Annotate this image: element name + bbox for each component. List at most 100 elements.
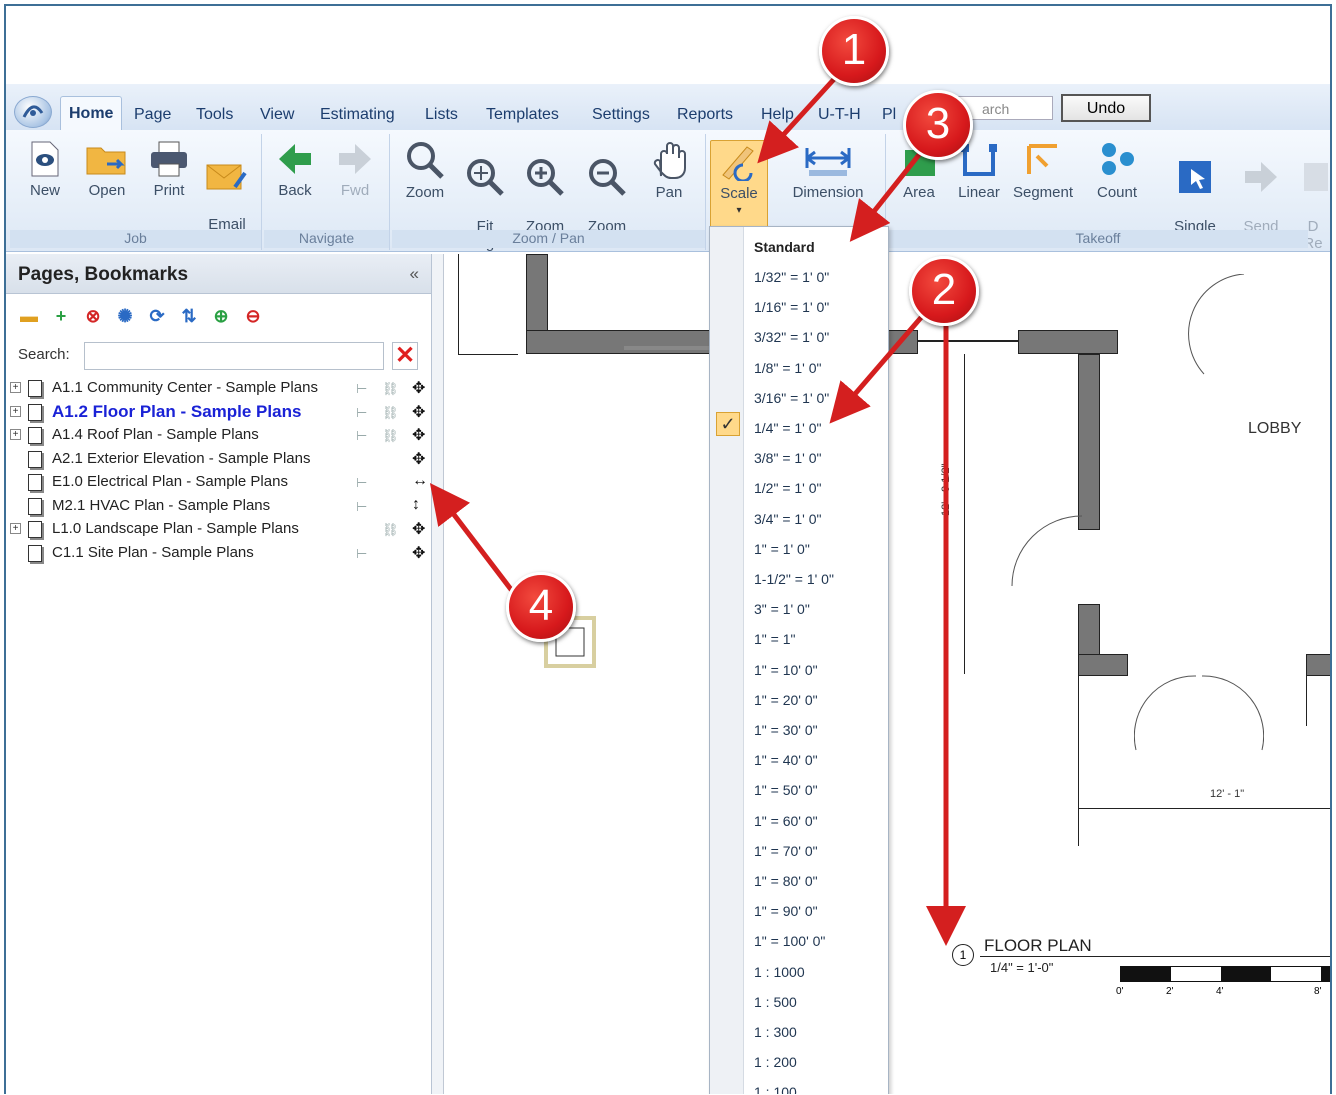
scale-option[interactable]: 1 : 300 (754, 1024, 797, 1040)
tab-uth[interactable]: U-T-H (818, 106, 861, 124)
scale-option[interactable]: 1/8" = 1' 0" (754, 360, 822, 376)
scale-option[interactable]: 3/32" = 1' 0" (754, 329, 829, 345)
page-name[interactable]: A1.4 Roof Plan - Sample Plans (52, 426, 259, 443)
page-name[interactable]: C1.1 Site Plan - Sample Plans (52, 544, 254, 561)
scale-option[interactable]: 1" = 1" (754, 631, 795, 647)
settings-gear-icon[interactable]: ✺ (114, 305, 136, 327)
scale-option[interactable]: 1" = 70' 0" (754, 843, 818, 859)
dimension-button[interactable]: Dimension (778, 140, 878, 201)
page-row[interactable]: + A1.2 Floor Plan - Sample Plans ⊢ ⛓ ✥ (10, 402, 425, 424)
tab-reports[interactable]: Reports (677, 106, 733, 124)
page-row[interactable]: M2.1 HVAC Plan - Sample Plans ⊢ ↕ (10, 496, 425, 518)
tab-pl[interactable]: Pl (882, 106, 896, 124)
open-button[interactable]: Open (78, 140, 136, 199)
page-name[interactable]: A1.2 Floor Plan - Sample Plans (52, 402, 301, 422)
tab-estimating[interactable]: Estimating (320, 106, 395, 124)
page-row[interactable]: + A1.4 Roof Plan - Sample Plans ⊢ ⛓ ✥ (10, 425, 425, 447)
forward-button[interactable]: Fwd (326, 140, 384, 199)
expand-toggle-icon[interactable]: + (10, 429, 21, 440)
scale-option[interactable]: 1 : 200 (754, 1054, 797, 1070)
page-row[interactable]: + A1.1 Community Center - Sample Plans ⊢ ⛓ ✥ (10, 378, 425, 400)
tab-page[interactable]: Page (134, 106, 171, 124)
scale-option[interactable]: 1/4" = 1' 0" (754, 420, 822, 436)
scale-option[interactable]: 1" = 10' 0" (754, 662, 818, 678)
tab-settings[interactable]: Settings (592, 106, 650, 124)
new-button[interactable]: New (16, 140, 74, 199)
expand-toggle-icon[interactable]: + (10, 382, 21, 393)
scale-option[interactable]: 1 : 500 (754, 994, 797, 1010)
move-icon[interactable]: ✥ (412, 402, 425, 422)
move-icon[interactable]: ↕ (412, 496, 420, 514)
scale-option[interactable]: 1/2" = 1' 0" (754, 480, 822, 496)
ruler-icon[interactable]: ⊢ (356, 475, 367, 491)
count-button[interactable]: Count (1088, 140, 1146, 201)
page-row[interactable]: E1.0 Electrical Plan - Sample Plans ⊢ ↔ (10, 472, 428, 494)
scale-option[interactable]: 1" = 20' 0" (754, 692, 818, 708)
ruler-icon[interactable]: ⊢ (356, 546, 367, 562)
link-icon[interactable]: ⛓ (382, 381, 399, 397)
collapse-all-icon[interactable]: ⊖ (242, 305, 264, 327)
tab-home[interactable]: Home (60, 96, 123, 132)
ruler-icon[interactable]: ⊢ (356, 381, 367, 397)
move-icon[interactable]: ✥ (412, 378, 425, 398)
page-name[interactable]: M2.1 HVAC Plan - Sample Plans (52, 497, 270, 514)
panel-search-input[interactable] (84, 342, 384, 370)
app-menu-button[interactable] (14, 96, 52, 128)
scale-option[interactable]: 1" = 90' 0" (754, 903, 818, 919)
zoom-button[interactable]: Zoom (396, 140, 454, 201)
scale-option[interactable]: 1" = 40' 0" (754, 752, 818, 768)
sort-icon[interactable]: ⇅ (178, 305, 200, 327)
ruler-icon[interactable]: ⊢ (356, 428, 367, 444)
page-row[interactable]: C1.1 Site Plan - Sample Plans ⊢ ✥ (10, 543, 425, 565)
tab-lists[interactable]: Lists (425, 106, 458, 124)
page-name[interactable]: A1.1 Community Center - Sample Plans (52, 379, 318, 396)
panel-splitter[interactable] (432, 254, 444, 1094)
refresh-icon[interactable]: ⟳ (146, 305, 168, 327)
scale-option[interactable]: 1" = 100' 0" (754, 933, 825, 949)
tab-tools[interactable]: Tools (196, 106, 233, 124)
folder-tool-icon[interactable]: ▬ (18, 305, 40, 327)
page-name[interactable]: L1.0 Landscape Plan - Sample Plans (52, 520, 299, 537)
scale-button[interactable]: Scale ▾ (710, 140, 768, 232)
scale-option[interactable]: 3" = 1' 0" (754, 601, 810, 617)
scale-option[interactable]: 1" = 1' 0" (754, 541, 810, 557)
scale-option[interactable]: 3/16" = 1' 0" (754, 390, 829, 406)
scale-option[interactable]: 1/32" = 1' 0" (754, 269, 829, 285)
page-row[interactable]: A2.1 Exterior Elevation - Sample Plans ✥ (10, 449, 425, 471)
scale-option[interactable]: 3/4" = 1' 0" (754, 511, 822, 527)
expand-toggle-icon[interactable]: + (10, 523, 21, 534)
move-icon[interactable]: ✥ (412, 425, 425, 445)
scale-option[interactable]: 1" = 60' 0" (754, 813, 818, 829)
undo-button[interactable]: Undo (1061, 94, 1151, 122)
tab-view[interactable]: View (260, 106, 294, 124)
scale-option[interactable]: 1-1/2" = 1' 0" (754, 571, 834, 587)
scale-option[interactable]: 3/8" = 1' 0" (754, 450, 822, 466)
add-icon[interactable]: + (50, 305, 72, 327)
back-button[interactable]: Back (266, 140, 324, 199)
scale-option[interactable]: 1 : 1000 (754, 964, 805, 980)
move-icon[interactable]: ✥ (412, 543, 425, 563)
collapse-icon[interactable]: « (410, 264, 419, 284)
link-icon[interactable]: ⛓ (382, 405, 399, 421)
move-icon[interactable]: ✥ (412, 449, 425, 469)
print-button[interactable]: Print (140, 140, 198, 199)
link-icon[interactable]: ⛓ (382, 522, 399, 538)
segment-button[interactable]: Segment (1010, 140, 1076, 201)
page-row[interactable]: + L1.0 Landscape Plan - Sample Plans ⛓ ✥ (10, 519, 425, 541)
page-name[interactable]: A2.1 Exterior Elevation - Sample Plans (52, 450, 310, 467)
expand-all-icon[interactable]: ⊕ (210, 305, 232, 327)
page-name[interactable]: E1.0 Electrical Plan - Sample Plans (52, 473, 288, 490)
scale-option[interactable]: 1 : 100 (754, 1084, 797, 1094)
link-icon[interactable]: ⛓ (382, 428, 399, 444)
scale-option[interactable]: 1/16" = 1' 0" (754, 299, 829, 315)
clear-search-icon[interactable]: ✕ (392, 342, 418, 370)
scale-option[interactable]: 1" = 80' 0" (754, 873, 818, 889)
move-icon[interactable]: ✥ (412, 519, 425, 539)
tab-help[interactable]: Help (761, 106, 794, 124)
ruler-icon[interactable]: ⊢ (356, 499, 367, 515)
delete-icon[interactable]: ⊗ (82, 305, 104, 327)
move-icon[interactable]: ↔ (412, 472, 428, 490)
pan-button[interactable]: Pan (640, 140, 698, 201)
expand-toggle-icon[interactable]: + (10, 405, 21, 417)
scale-option[interactable]: 1" = 30' 0" (754, 722, 818, 738)
